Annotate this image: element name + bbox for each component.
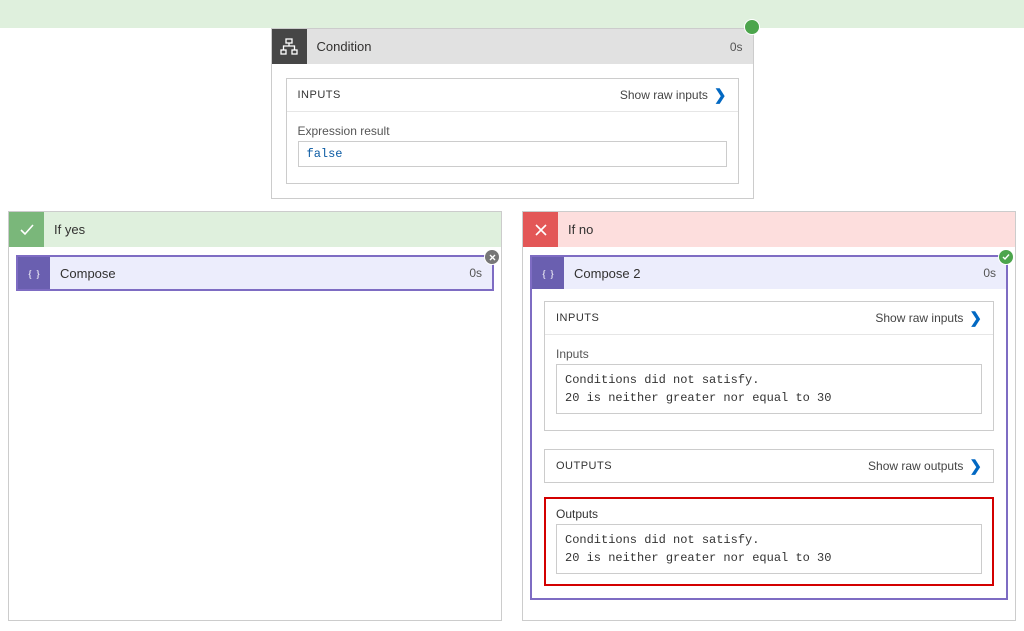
inputs-panel: INPUTS Show raw inputs ❯ Expression resu… — [286, 78, 739, 184]
compose2-outputs-value: Conditions did not satisfy. 20 is neithe… — [556, 524, 982, 574]
status-skipped-icon — [484, 249, 500, 265]
inputs-body: Expression result false — [287, 112, 738, 183]
top-banner — [0, 0, 1024, 28]
branch-yes-title: If yes — [44, 222, 85, 237]
compose2-header[interactable]: { } Compose 2 0s — [532, 257, 1006, 289]
branch-no-title: If no — [558, 222, 593, 237]
compose2-title: Compose 2 — [564, 266, 973, 281]
compose2-outputs-label: Outputs — [556, 507, 982, 521]
chevron-right-icon: ❯ — [714, 86, 727, 104]
compose-duration: 0s — [459, 266, 492, 280]
branch-if-no: If no { } Compose 2 0s — [522, 211, 1016, 621]
compose2-inputs-head: INPUTS Show raw inputs ❯ — [545, 302, 993, 335]
condition-body: INPUTS Show raw inputs ❯ Expression resu… — [272, 64, 753, 198]
inputs-heading: INPUTS — [298, 89, 620, 101]
compose2-outputs-panel: Outputs Conditions did not satisfy. 20 i… — [544, 497, 994, 586]
chevron-right-icon: ❯ — [969, 457, 982, 475]
compose2-inputs-label: Inputs — [556, 347, 982, 361]
compose2-inputs-heading: INPUTS — [556, 312, 875, 324]
compose-icon: { } — [532, 257, 564, 289]
compose2-inputs-body: Inputs Conditions did not satisfy. 20 is… — [545, 335, 993, 430]
x-icon — [523, 212, 558, 247]
status-success-icon — [744, 19, 760, 35]
condition-icon — [272, 29, 307, 64]
expression-result-label: Expression result — [298, 124, 727, 138]
svg-text:{ }: { } — [541, 268, 554, 280]
condition-card: Condition 0s INPUTS Show raw inputs ❯ Ex… — [271, 28, 754, 199]
branch-if-yes: If yes { } Compose 0s — [8, 211, 502, 621]
check-icon — [9, 212, 44, 247]
compose2-inputs-panel: INPUTS Show raw inputs ❯ Inputs Conditio… — [544, 301, 994, 431]
branch-yes-body: { } Compose 0s — [9, 247, 501, 311]
branch-no-header[interactable]: If no — [523, 212, 1015, 247]
show-raw-outputs-text: Show raw outputs — [868, 459, 963, 473]
show-raw-inputs-link[interactable]: Show raw inputs ❯ — [620, 86, 727, 104]
compose2-inputs-value: Conditions did not satisfy. 20 is neithe… — [556, 364, 982, 414]
branches-row: If yes { } Compose 0s — [0, 199, 1024, 631]
condition-header[interactable]: Condition 0s — [272, 29, 753, 64]
show-raw-inputs-text: Show raw inputs — [875, 311, 963, 325]
compose-icon: { } — [18, 257, 50, 289]
compose2-show-raw-inputs-link[interactable]: Show raw inputs ❯ — [875, 309, 982, 327]
inputs-heading-row: INPUTS Show raw inputs ❯ — [287, 79, 738, 112]
compose-header[interactable]: { } Compose 0s — [18, 257, 492, 289]
chevron-right-icon: ❯ — [969, 309, 982, 327]
show-raw-inputs-text: Show raw inputs — [620, 88, 708, 102]
compose2-card: { } Compose 2 0s INPUTS Show — [530, 255, 1008, 600]
compose-card: { } Compose 0s — [16, 255, 494, 291]
compose2-outputs-heading: OUTPUTS — [556, 460, 868, 472]
condition-title: Condition — [307, 39, 720, 54]
expression-result-value: false — [298, 141, 727, 167]
status-success-icon — [998, 249, 1014, 265]
svg-text:{ }: { } — [27, 268, 40, 280]
compose-title: Compose — [50, 266, 459, 281]
compose2-show-raw-outputs-link[interactable]: Show raw outputs ❯ — [868, 457, 982, 475]
branch-no-body: { } Compose 2 0s INPUTS Show — [523, 247, 1015, 620]
compose2-duration: 0s — [973, 266, 1006, 280]
compose2-outputs-head: OUTPUTS Show raw outputs ❯ — [544, 449, 994, 483]
condition-duration: 0s — [720, 40, 753, 54]
branch-yes-header[interactable]: If yes — [9, 212, 501, 247]
compose2-body: INPUTS Show raw inputs ❯ Inputs Conditio… — [532, 289, 1006, 598]
